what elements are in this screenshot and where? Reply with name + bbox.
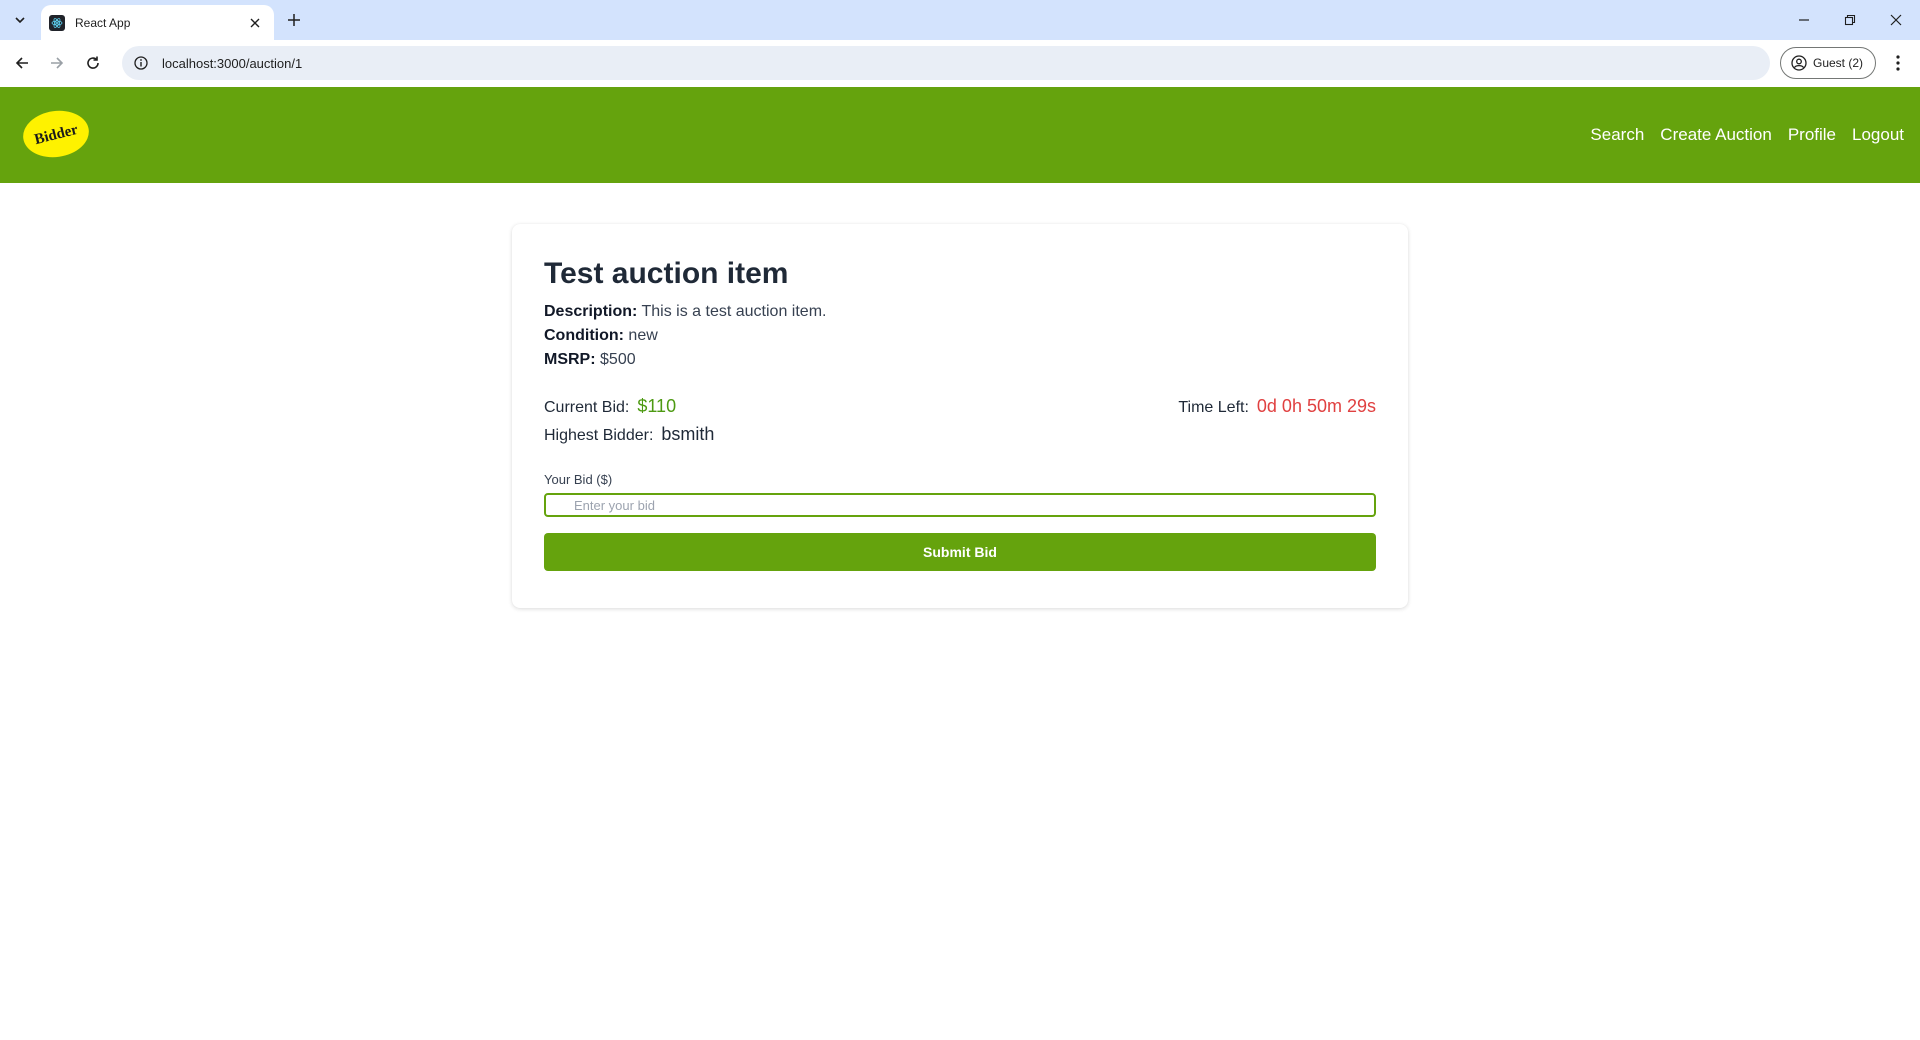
time-left-value: 0d 0h 50m 29s xyxy=(1256,396,1376,416)
nav-create-auction[interactable]: Create Auction xyxy=(1660,125,1772,145)
highest-bidder-label: Highest Bidder: xyxy=(544,427,654,444)
forward-button[interactable] xyxy=(43,49,71,77)
profile-button[interactable]: Guest (2) xyxy=(1780,47,1876,79)
minimize-button[interactable] xyxy=(1781,0,1827,40)
tab-search-button[interactable] xyxy=(8,8,32,32)
arrow-left-icon xyxy=(15,57,28,69)
restore-icon xyxy=(1844,14,1856,26)
bid-input[interactable] xyxy=(544,493,1376,517)
browser-tab-strip: React App xyxy=(0,0,1920,40)
nav-search[interactable]: Search xyxy=(1590,125,1644,145)
description-line: Description: This is a test auction item… xyxy=(544,300,1376,324)
current-bid-label: Current Bid: xyxy=(544,399,630,416)
highest-bidder-value: bsmith xyxy=(661,424,715,444)
time-left: Time Left: 0d 0h 50m 29s xyxy=(1178,396,1376,424)
react-icon xyxy=(49,14,65,31)
close-icon xyxy=(1890,14,1902,26)
bid-status-row: Current Bid: $110 Highest Bidder: bsmith… xyxy=(544,396,1376,452)
auction-info: Description: This is a test auction item… xyxy=(544,300,1376,372)
tab-close-icon[interactable] xyxy=(246,14,264,32)
url-text[interactable]: localhost:3000/auction/1 xyxy=(162,56,302,71)
browser-menu-button[interactable] xyxy=(1886,49,1910,77)
restore-button[interactable] xyxy=(1827,0,1873,40)
condition-value: new xyxy=(628,327,658,344)
time-left-label: Time Left: xyxy=(1178,399,1249,416)
highest-bidder: Highest Bidder: bsmith xyxy=(544,424,714,452)
reload-icon xyxy=(87,56,99,69)
app-header: Bidder Search Create Auction Profile Log… xyxy=(0,87,1920,183)
auction-card: Test auction item Description: This is a… xyxy=(512,224,1408,608)
user-circle-icon xyxy=(1791,55,1807,71)
description-value: This is a test auction item. xyxy=(641,303,827,320)
msrp-value: $500 xyxy=(600,351,636,368)
bidder-logo[interactable]: Bidder xyxy=(22,109,90,159)
minimize-icon xyxy=(1799,19,1809,21)
main-nav: Search Create Auction Profile Logout xyxy=(1590,87,1904,183)
nav-logout[interactable]: Logout xyxy=(1852,125,1904,145)
address-bar[interactable]: localhost:3000/auction/1 xyxy=(122,46,1770,80)
bid-stats-left: Current Bid: $110 Highest Bidder: bsmith xyxy=(544,396,714,452)
plus-icon xyxy=(288,14,300,26)
browser-tab[interactable]: React App xyxy=(41,5,274,40)
new-tab-button[interactable] xyxy=(282,8,306,32)
bid-field-label: Your Bid ($) xyxy=(544,472,613,487)
back-button[interactable] xyxy=(8,49,36,77)
msrp-line: MSRP: $500 xyxy=(544,348,1376,372)
nav-profile[interactable]: Profile xyxy=(1788,125,1836,145)
chevron-down-icon xyxy=(15,17,25,24)
description-label: Description: xyxy=(544,303,638,320)
current-bid-value: $110 xyxy=(637,396,677,416)
kebab-menu-icon xyxy=(1896,55,1900,71)
reload-button[interactable] xyxy=(79,49,107,77)
site-info-icon[interactable] xyxy=(130,52,152,74)
condition-line: Condition: new xyxy=(544,324,1376,348)
arrow-right-icon xyxy=(51,57,64,69)
tab-title: React App xyxy=(75,15,131,30)
close-window-button[interactable] xyxy=(1873,0,1919,40)
auction-title: Test auction item xyxy=(544,257,789,290)
condition-label: Condition: xyxy=(544,327,624,344)
msrp-label: MSRP: xyxy=(544,351,596,368)
browser-toolbar: localhost:3000/auction/1 Guest (2) xyxy=(0,40,1920,87)
profile-label: Guest (2) xyxy=(1813,56,1864,70)
submit-bid-button[interactable]: Submit Bid xyxy=(544,533,1376,571)
current-bid: Current Bid: $110 xyxy=(544,396,714,424)
